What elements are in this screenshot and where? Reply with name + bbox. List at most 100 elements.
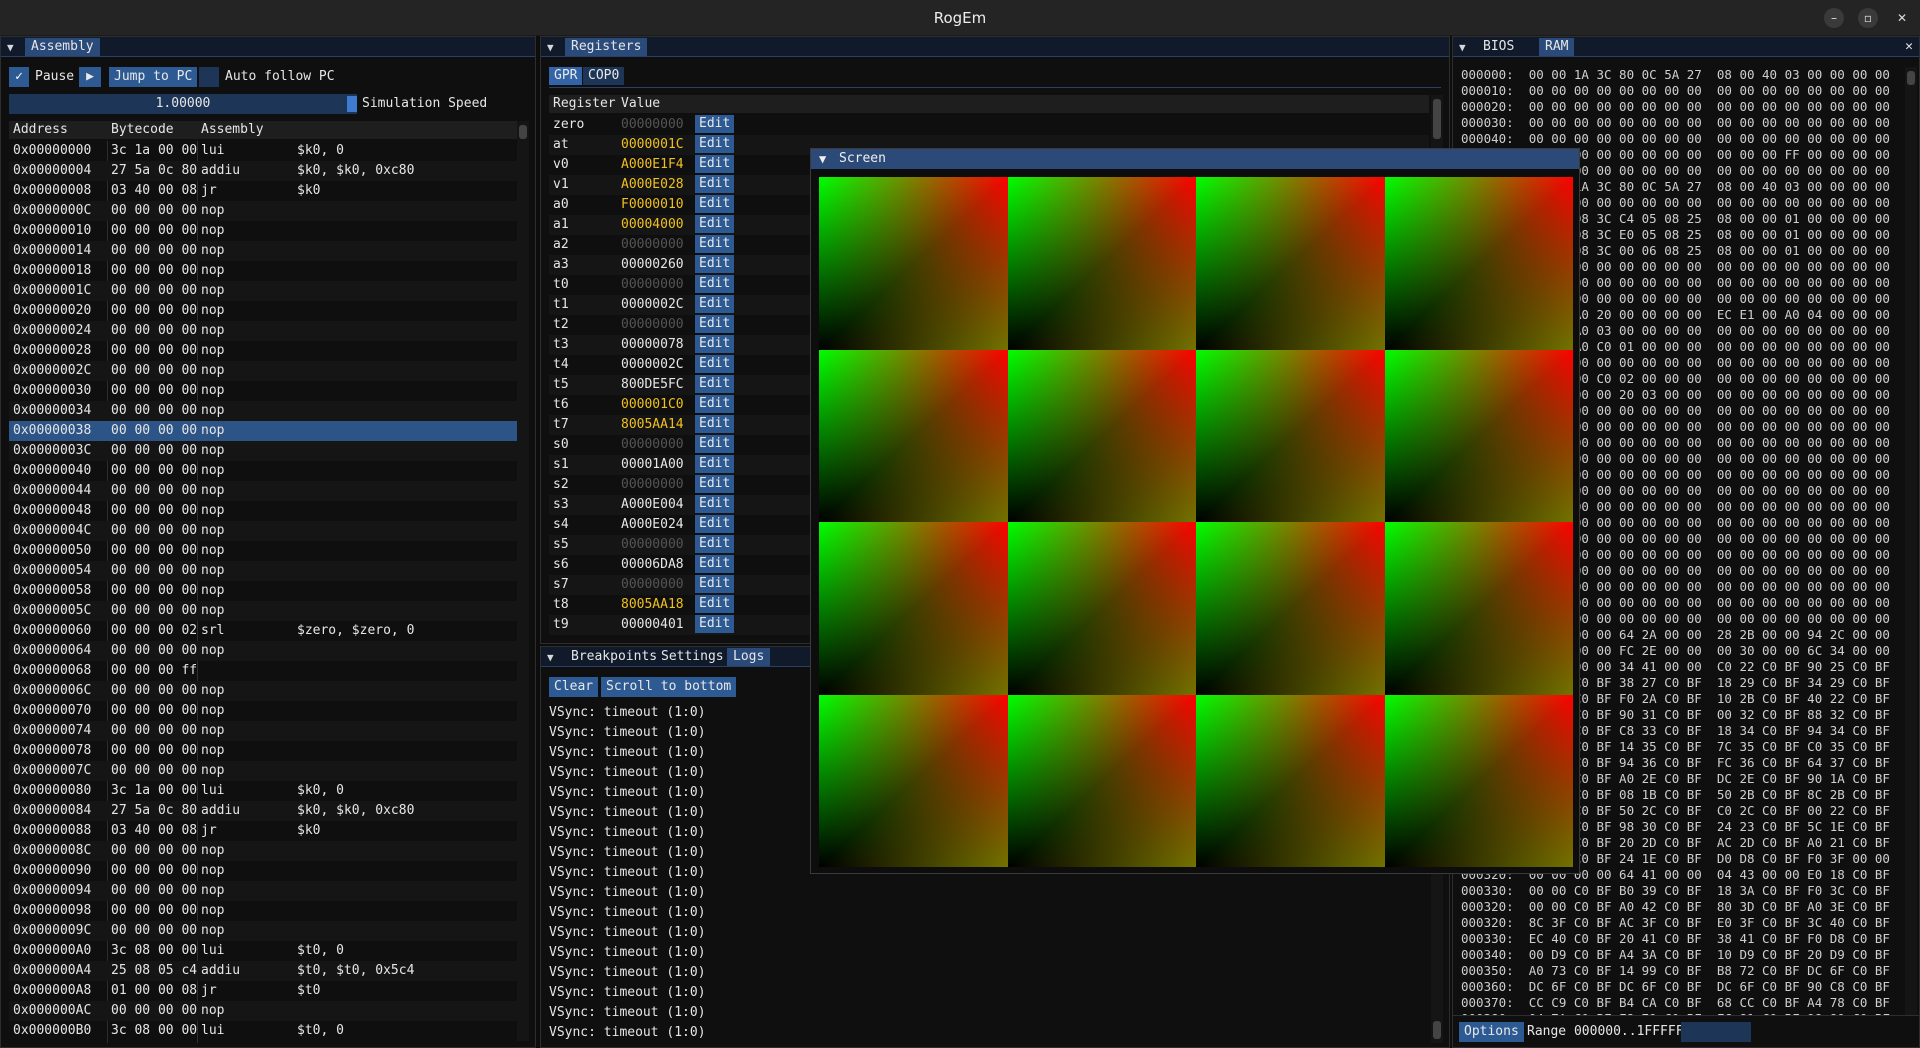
table-row[interactable]: 0x00000048 00 00 00 00 nop — [9, 501, 517, 521]
hex-row[interactable]: 000330: 00 00 C0 BF B0 39 C0 BF 18 3A C0… — [1461, 883, 1890, 899]
tab-cop0[interactable]: COP0 — [583, 67, 625, 85]
edit-register-button[interactable]: Edit — [695, 515, 735, 533]
table-row[interactable]: 0x00000098 00 00 00 00 nop — [9, 901, 517, 921]
table-row[interactable]: 0x0000005C 00 00 00 00 nop — [9, 601, 517, 621]
table-row[interactable]: 0x00000040 00 00 00 00 nop — [9, 461, 517, 481]
tab-ram[interactable]: RAM — [1539, 38, 1575, 56]
assembly-table[interactable]: 0x00000000 3c 1a 00 00 lui $k0, 0 0x00000004… — [9, 141, 517, 1043]
table-row[interactable]: 0x00000060 00 00 00 02 srl $zero, $zero, 0 — [9, 621, 517, 641]
edit-register-button[interactable]: Edit — [695, 475, 735, 493]
table-row[interactable]: 0x00000050 00 00 00 00 nop — [9, 541, 517, 561]
table-row[interactable]: 0x00000090 00 00 00 00 nop — [9, 861, 517, 881]
speed-slider-handle[interactable] — [347, 96, 357, 112]
table-row[interactable]: 0x00000028 00 00 00 00 nop — [9, 341, 517, 361]
collapse-icon[interactable]: ▼ — [547, 651, 554, 664]
options-button[interactable]: Options — [1459, 1022, 1524, 1042]
edit-register-button[interactable]: Edit — [695, 415, 735, 433]
edit-register-button[interactable]: Edit — [695, 115, 735, 133]
collapse-icon[interactable]: ▼ — [819, 152, 826, 166]
edit-register-button[interactable]: Edit — [695, 295, 735, 313]
table-row[interactable]: 0x000000A4 25 08 05 c4 addiu $t0, $t0, 0x5c… — [9, 961, 517, 981]
table-row[interactable]: 0x00000064 00 00 00 00 nop — [9, 641, 517, 661]
table-row[interactable]: 0x00000054 00 00 00 00 nop — [9, 561, 517, 581]
hex-row[interactable]: 000370: CC C9 C0 BF B4 CA C0 BF 68 CC C0… — [1461, 995, 1890, 1011]
jump-to-pc-button[interactable]: Jump to PC — [109, 67, 198, 87]
clear-button[interactable]: Clear — [549, 677, 599, 697]
hex-row[interactable]: 000330: EC 40 C0 BF 20 41 C0 BF 38 41 C0… — [1461, 931, 1890, 947]
table-row[interactable]: 0x00000038 00 00 00 00 nop — [9, 421, 517, 441]
table-row[interactable]: 0x00000044 00 00 00 00 nop — [9, 481, 517, 501]
edit-register-button[interactable]: Edit — [695, 615, 735, 633]
hex-row[interactable]: 000350: A0 73 C0 BF 14 99 C0 BF B8 72 C0… — [1461, 963, 1890, 979]
table-row[interactable]: 0x0000009C 00 00 00 00 nop — [9, 921, 517, 941]
table-row[interactable]: 0x00000020 00 00 00 00 nop — [9, 301, 517, 321]
edit-register-button[interactable]: Edit — [695, 495, 735, 513]
edit-register-button[interactable]: Edit — [695, 455, 735, 473]
table-row[interactable]: 0x00000018 00 00 00 00 nop — [9, 261, 517, 281]
edit-register-button[interactable]: Edit — [695, 195, 735, 213]
step-play-button[interactable]: ▶ — [79, 67, 101, 87]
edit-register-button[interactable]: Edit — [695, 215, 735, 233]
hex-row[interactable]: 000010: 00 00 00 00 00 00 00 00 00 00 00… — [1461, 83, 1890, 99]
table-row[interactable]: 0x0000008C 00 00 00 00 nop — [9, 841, 517, 861]
screen-window[interactable]: ▼ Screen — [810, 148, 1580, 874]
registers-tab[interactable]: Registers — [565, 38, 648, 56]
table-row[interactable]: 0x00000030 00 00 00 00 nop — [9, 381, 517, 401]
tab-bios[interactable]: BIOS — [1477, 38, 1520, 56]
hex-row[interactable]: 000030: 00 00 00 00 00 00 00 00 00 00 00… — [1461, 115, 1890, 131]
edit-register-button[interactable]: Edit — [695, 555, 735, 573]
edit-register-button[interactable]: Edit — [695, 135, 735, 153]
table-row[interactable]: 0x00000010 00 00 00 00 nop — [9, 221, 517, 241]
collapse-icon[interactable]: ▼ — [1459, 41, 1466, 54]
hex-row[interactable]: 000040: 00 00 00 00 00 00 00 00 00 00 00… — [1461, 131, 1890, 147]
screen-titlebar[interactable]: ▼ Screen — [811, 149, 1579, 169]
hex-row[interactable]: 000340: 00 D9 C0 BF A4 3A C0 BF 10 D9 C0… — [1461, 947, 1890, 963]
hex-row[interactable]: 000320: 00 00 C0 BF A0 42 C0 BF 80 3D C0… — [1461, 899, 1890, 915]
tab-settings[interactable]: Settings — [655, 648, 730, 666]
edit-register-button[interactable]: Edit — [695, 535, 735, 553]
maximize-icon[interactable]: ▫ — [1858, 8, 1878, 28]
table-row[interactable]: 0x00000080 3c 1a 00 00 lui $k0, 0 — [9, 781, 517, 801]
hex-row[interactable]: 000000: 00 00 1A 3C 80 0C 5A 27 08 00 40… — [1461, 67, 1890, 83]
table-row[interactable]: 0x00000008 03 40 00 08 jr $k0 — [9, 181, 517, 201]
edit-register-button[interactable]: Edit — [695, 395, 735, 413]
table-row[interactable]: 0x00000094 00 00 00 00 nop — [9, 881, 517, 901]
table-row[interactable]: 0x00000084 27 5a 0c 80 addiu $k0, $k0, 0xc8… — [9, 801, 517, 821]
table-row[interactable]: 0x0000006C 00 00 00 00 nop — [9, 681, 517, 701]
edit-register-button[interactable]: Edit — [695, 275, 735, 293]
table-row[interactable]: 0x0000000C 00 00 00 00 nop — [9, 201, 517, 221]
table-row[interactable]: 0x00000024 00 00 00 00 nop — [9, 321, 517, 341]
table-row[interactable]: 0x000000A0 3c 08 00 00 lui $t0, 0 — [9, 941, 517, 961]
minimize-icon[interactable]: – — [1824, 8, 1844, 28]
table-row[interactable]: 0x0000003C 00 00 00 00 nop — [9, 441, 517, 461]
tab-breakpoints[interactable]: Breakpoints — [565, 648, 663, 666]
table-row[interactable]: 0x00000004 27 5a 0c 80 addiu $k0, $k0, 0xc8… — [9, 161, 517, 181]
edit-register-button[interactable]: Edit — [695, 155, 735, 173]
edit-register-button[interactable]: Edit — [695, 255, 735, 273]
collapse-icon[interactable]: ▼ — [547, 41, 554, 54]
edit-register-button[interactable]: Edit — [695, 175, 735, 193]
edit-register-button[interactable]: Edit — [695, 355, 735, 373]
edit-register-button[interactable]: Edit — [695, 575, 735, 593]
tab-gpr[interactable]: GPR — [549, 67, 583, 85]
hex-row[interactable]: 000320: 8C 3F C0 BF AC 3F C0 BF E0 3F C0… — [1461, 915, 1890, 931]
hex-row[interactable]: 000020: 00 00 00 00 00 00 00 00 00 00 00… — [1461, 99, 1890, 115]
table-row[interactable]: 0x000000B0 3c 08 00 00 lui $t0, 0 — [9, 1021, 517, 1041]
table-row[interactable]: 0x00000070 00 00 00 00 nop — [9, 701, 517, 721]
table-row[interactable]: 0x00000078 00 00 00 00 nop — [9, 741, 517, 761]
edit-register-button[interactable]: Edit — [695, 235, 735, 253]
edit-register-button[interactable]: Edit — [695, 435, 735, 453]
table-row[interactable]: 0x00000074 00 00 00 00 nop — [9, 721, 517, 741]
table-row[interactable]: 0x00000014 00 00 00 00 nop — [9, 241, 517, 261]
table-row[interactable]: 0x0000004C 00 00 00 00 nop — [9, 521, 517, 541]
speed-slider[interactable]: 1.00000 — [9, 94, 357, 114]
assembly-scrollbar[interactable] — [517, 121, 529, 1041]
memory-scrollbar[interactable] — [1905, 67, 1917, 1047]
table-row[interactable]: 0x000000A8 01 00 00 08 jr $t0 — [9, 981, 517, 1001]
table-row[interactable]: 0x0000001C 00 00 00 00 nop — [9, 281, 517, 301]
scroll-to-bottom-button[interactable]: Scroll to bottom — [601, 677, 737, 697]
edit-register-button[interactable]: Edit — [695, 335, 735, 353]
table-row[interactable]: 0x00000068 00 00 00 ff — [9, 661, 517, 681]
collapse-icon[interactable]: ▼ — [7, 41, 14, 54]
hex-row[interactable]: 000360: DC 6F C0 BF DC 6F C0 BF DC 6F C0… — [1461, 979, 1890, 995]
